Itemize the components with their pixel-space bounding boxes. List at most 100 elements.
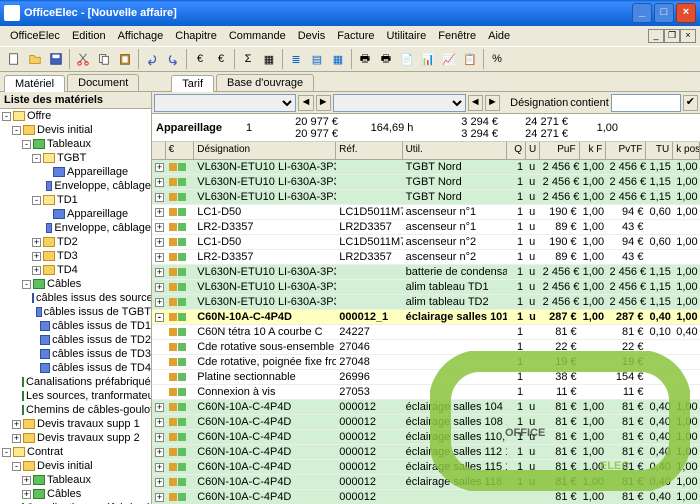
refresh2-button[interactable]: € [211, 49, 231, 69]
redo-button[interactable] [163, 49, 183, 69]
tree-node[interactable]: +Devis travaux supp 2 [0, 431, 151, 445]
tree-node[interactable]: Appareillage [0, 207, 151, 221]
expand-icon[interactable]: + [22, 476, 31, 485]
tree-node[interactable]: Chemins de câbles-goulottes [0, 403, 151, 417]
mdi-restore-button[interactable]: ❐ [664, 29, 680, 43]
nav-next2-button[interactable]: ► [485, 95, 500, 111]
expand-icon[interactable]: - [12, 126, 21, 135]
expand-icon[interactable]: - [22, 140, 31, 149]
tree-node[interactable]: +TD3 [0, 249, 151, 263]
expand-icon[interactable]: - [22, 280, 31, 289]
grid-row[interactable]: +LR2-D3357LR2D3357ascenseur n°21u89 €1,0… [152, 250, 700, 265]
row-expand[interactable]: - [152, 311, 166, 323]
grid-row[interactable]: Cde rotative, poignée fixe frontale27048… [152, 355, 700, 370]
grid-row[interactable]: +LR2-D3357LR2D3357ascenseur n°11u89 €1,0… [152, 220, 700, 235]
calc-button[interactable]: ▦ [259, 49, 279, 69]
row-expand[interactable]: + [152, 161, 166, 173]
menu-fenetre[interactable]: Fenêtre [432, 28, 482, 44]
grid-row[interactable]: +C60N-10A-C-4P4D000012éclairage salles 1… [152, 460, 700, 475]
col-u[interactable]: U [526, 142, 540, 159]
expand-icon[interactable]: - [2, 448, 11, 457]
tree-node[interactable]: Appareillage [0, 165, 151, 179]
filter-select-1[interactable] [154, 94, 296, 112]
tab-tarif[interactable]: Tarif [171, 75, 214, 92]
minimize-button[interactable]: _ [632, 3, 652, 23]
grid-row[interactable]: -C60N-10A-C-4P4D000012_1éclairage salles… [152, 310, 700, 325]
expand-icon[interactable]: + [22, 490, 31, 499]
export1-button[interactable]: 📄 [397, 49, 417, 69]
tab-base-ouvrage[interactable]: Base d'ouvrage [216, 74, 314, 91]
mdi-minimize-button[interactable]: _ [648, 29, 664, 43]
nav-prev2-button[interactable]: ◄ [468, 95, 483, 111]
col-kp[interactable]: k pose [673, 142, 700, 159]
grid-row[interactable]: +VL630N-ETU10 LI-630A-3P3DTGBT Nord1u2 4… [152, 160, 700, 175]
list3-button[interactable]: ▦ [328, 49, 348, 69]
tree-node[interactable]: -TD1 [0, 193, 151, 207]
tree-node[interactable]: -Contrat [0, 445, 151, 459]
row-expand[interactable]: + [152, 461, 166, 473]
grid-row[interactable]: +C60N-10A-C-4P4D000012éclairage salles 1… [152, 415, 700, 430]
tree-node[interactable]: -Offre [0, 109, 151, 123]
expand-icon[interactable]: + [12, 434, 21, 443]
row-expand[interactable]: + [152, 296, 166, 308]
expand-icon[interactable]: + [12, 420, 21, 429]
maximize-button[interactable]: □ [654, 3, 674, 23]
grid-row[interactable]: +VL630N-ETU10 LI-630A-3P3Dbatterie de co… [152, 265, 700, 280]
tree-node[interactable]: câbles issus de TD2 [0, 333, 151, 347]
col-tu[interactable]: TU [646, 142, 673, 159]
row-expand[interactable]: + [152, 266, 166, 278]
expand-icon[interactable]: - [32, 154, 41, 163]
filter-select-2[interactable] [333, 94, 466, 112]
close-button[interactable]: × [676, 3, 696, 23]
tree-node[interactable]: +Devis travaux supp 1 [0, 417, 151, 431]
row-expand[interactable]: + [152, 176, 166, 188]
grid-row[interactable]: +C60N-10A-C-4P4D00001281 €1,0081 €0,401,… [152, 490, 700, 504]
row-expand[interactable]: + [152, 236, 166, 248]
expand-icon[interactable]: + [32, 252, 41, 261]
grid-row[interactable]: +LC1-D50LC1D5011M7ascenseur n°21u190 €1,… [152, 235, 700, 250]
row-expand[interactable]: + [152, 476, 166, 488]
tree-node[interactable]: câbles issus de TD1 [0, 319, 151, 333]
tree-node[interactable]: -Tableaux [0, 137, 151, 151]
tree-node[interactable]: Enveloppe, câblage [0, 179, 151, 193]
undo-button[interactable] [142, 49, 162, 69]
save-button[interactable] [46, 49, 66, 69]
export3-button[interactable]: 📈 [439, 49, 459, 69]
grid-row[interactable]: +C60N-10A-C-4P4D000012éclairage salles 1… [152, 400, 700, 415]
menu-edition[interactable]: Edition [66, 28, 112, 44]
export2-button[interactable]: 📊 [418, 49, 438, 69]
tree-node[interactable]: +TD2 [0, 235, 151, 249]
refresh-button[interactable]: € [190, 49, 210, 69]
tree-view[interactable]: -Offre-Devis initial-Tableaux-TGBTAppare… [0, 109, 151, 504]
grid-row[interactable]: +VL630N-ETU10 LI-630A-3P3DTGBT Nord1u2 4… [152, 175, 700, 190]
open-button[interactable] [25, 49, 45, 69]
tree-node[interactable]: -Devis initial [0, 459, 151, 473]
print2-button[interactable]: 🖶 [376, 49, 396, 69]
row-expand[interactable]: + [152, 416, 166, 428]
row-expand[interactable]: + [152, 251, 166, 263]
menu-commande[interactable]: Commande [223, 28, 292, 44]
list1-button[interactable]: ≣ [286, 49, 306, 69]
row-expand[interactable]: + [152, 221, 166, 233]
tab-materiel[interactable]: Matériel [4, 75, 65, 92]
tree-node[interactable]: câbles issus des sources [0, 291, 151, 305]
grid-row[interactable]: +C60N-10A-C-4P4D000012éclairage salles 1… [152, 475, 700, 490]
grid-row[interactable]: +VL630N-ETU10 LI-630A-3P3Dalim tableau T… [152, 280, 700, 295]
row-expand[interactable]: + [152, 281, 166, 293]
menu-devis[interactable]: Devis [292, 28, 332, 44]
col-q[interactable]: Q [507, 142, 526, 159]
new-button[interactable] [4, 49, 24, 69]
col-kf[interactable]: k F [580, 142, 607, 159]
row-expand[interactable]: + [152, 401, 166, 413]
menu-affichage[interactable]: Affichage [112, 28, 170, 44]
tree-node[interactable]: -Câbles [0, 277, 151, 291]
nav-next-button[interactable]: ► [316, 95, 331, 111]
copy-button[interactable] [94, 49, 114, 69]
row-expand[interactable]: + [152, 491, 166, 503]
tree-node[interactable]: Les sources, tranformateurs [0, 389, 151, 403]
col-util[interactable]: Util. [403, 142, 507, 159]
list2-button[interactable]: ▤ [307, 49, 327, 69]
tree-node[interactable]: +TD4 [0, 263, 151, 277]
tab-document[interactable]: Document [67, 74, 139, 91]
expand-icon[interactable]: - [32, 196, 41, 205]
